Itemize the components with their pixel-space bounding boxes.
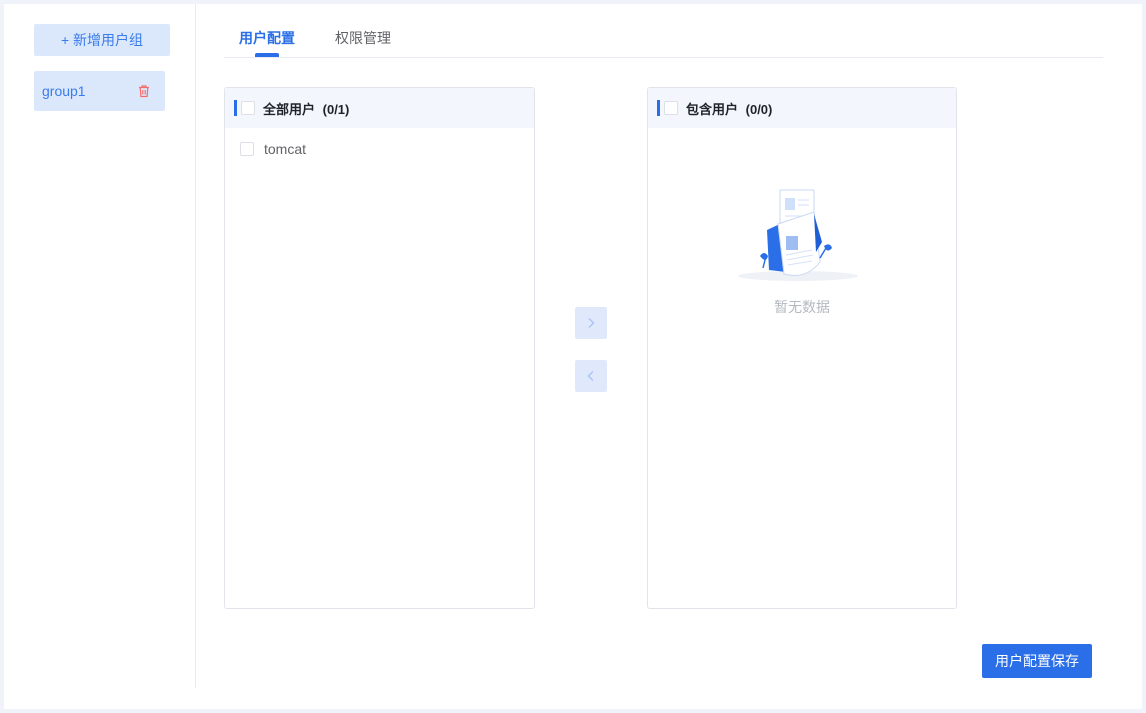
tab-bar: 用户配置 权限管理 — [224, 4, 1103, 58]
sidebar: + 新增用户组 group1 — [4, 4, 196, 688]
group-list-item[interactable]: group1 — [34, 71, 165, 111]
select-all-checkbox[interactable] — [241, 101, 255, 115]
panel-count: (0/0) — [745, 101, 773, 117]
empty-state-text: 暂无数据 — [774, 299, 830, 315]
chevron-right-icon — [588, 318, 595, 328]
panel-title-text: 包含用户 — [686, 101, 739, 117]
page: + 新增用户组 group1 用户配置 权限管理 全部用户 (0/1) tomc… — [4, 4, 1142, 709]
panel-header: 全部用户 (0/1) — [225, 88, 534, 128]
item-checkbox[interactable] — [240, 142, 254, 156]
active-tab-indicator — [255, 53, 279, 57]
panel-accent-bar — [234, 100, 237, 116]
save-user-config-button[interactable]: 用户配置保存 — [982, 644, 1092, 678]
group-label: group1 — [42, 83, 86, 99]
move-left-button[interactable] — [575, 360, 607, 392]
chevron-left-icon — [587, 371, 594, 381]
tab-permission-management[interactable]: 权限管理 — [335, 28, 391, 48]
panel-accent-bar — [657, 100, 660, 116]
list-item[interactable]: tomcat — [225, 138, 534, 160]
panel-title-text: 全部用户 — [263, 101, 316, 117]
select-all-checkbox[interactable] — [664, 101, 678, 115]
move-right-button[interactable] — [575, 307, 607, 339]
add-user-group-button[interactable]: + 新增用户组 — [34, 24, 170, 56]
empty-data-illustration — [738, 189, 858, 281]
transfer-panel-all-users: 全部用户 (0/1) tomcat — [224, 87, 535, 609]
trash-icon[interactable] — [137, 84, 151, 98]
panel-title: 包含用户 (0/0) — [686, 99, 772, 118]
list-item-label: tomcat — [264, 141, 307, 157]
panel-title: 全部用户 (0/1) — [263, 99, 349, 118]
panel-header: 包含用户 (0/0) — [648, 88, 956, 128]
tab-user-config[interactable]: 用户配置 — [239, 28, 295, 48]
transfer-panel-included-users: 包含用户 (0/0) 暂无数据 — [647, 87, 957, 609]
panel-count: (0/1) — [322, 101, 350, 117]
